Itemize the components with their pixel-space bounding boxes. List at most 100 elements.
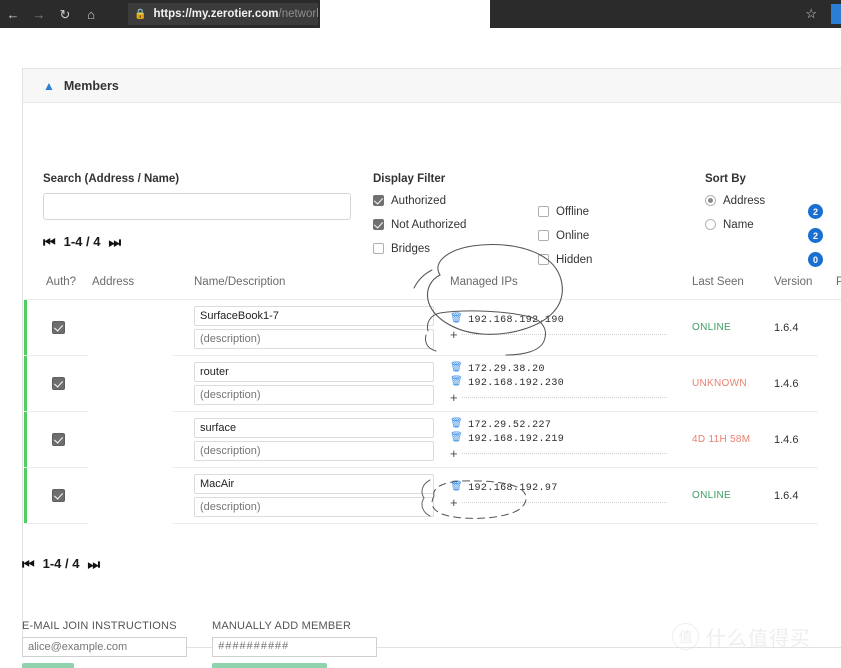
cell-auth[interactable]: [24, 300, 92, 355]
member-description-input[interactable]: [194, 329, 434, 349]
filter-not-authorized[interactable]: Not Authorized: [373, 215, 673, 234]
managed-ip-value: 192.168.192.190: [468, 314, 565, 326]
checkbox-online[interactable]: [538, 230, 549, 241]
member-description-input[interactable]: [194, 497, 434, 517]
managed-ip-entry: 🗑 192.168.192.230: [450, 376, 692, 390]
managed-ip-entry: 🗑 172.29.38.20: [450, 362, 692, 376]
email-join-submit-button[interactable]: [22, 663, 74, 668]
trash-icon[interactable]: 🗑: [450, 483, 463, 493]
home-icon[interactable]: ⌂: [78, 0, 104, 28]
row-authorize-checkbox[interactable]: [51, 433, 65, 446]
filter-authorized[interactable]: Authorized: [373, 191, 673, 210]
sort-option-address[interactable]: Address: [705, 191, 765, 210]
cell-auth[interactable]: [24, 468, 92, 523]
row-authorize-checkbox[interactable]: [51, 321, 65, 334]
member-description-input[interactable]: [194, 385, 434, 405]
reload-icon[interactable]: ↻: [52, 0, 78, 28]
plus-icon[interactable]: +: [450, 328, 458, 341]
display-filter-column: Display Filter Authorized Not Authorized: [373, 173, 823, 267]
filter-offline-label: Offline: [556, 205, 590, 218]
address-bar[interactable]: 🔒 https://my.zerotier.com/network/: [128, 3, 318, 25]
sort-option-name[interactable]: Name: [705, 215, 765, 234]
back-arrow-icon[interactable]: ←: [0, 0, 26, 28]
radio-address[interactable]: [705, 195, 716, 206]
add-ip-row[interactable]: +: [450, 495, 692, 510]
radio-name[interactable]: [705, 219, 716, 230]
cell-name-description: [182, 300, 442, 355]
cell-name-description: [182, 412, 442, 467]
plus-icon[interactable]: +: [450, 447, 458, 460]
row-authorize-checkbox[interactable]: [51, 489, 65, 502]
cell-last-seen: UNKNOWN: [692, 356, 774, 411]
managed-ip-entry: 🗑 172.29.52.227: [450, 418, 692, 432]
row-authorize-checkbox[interactable]: [51, 377, 65, 390]
sort-address-label: Address: [723, 194, 766, 207]
email-join-label: E-MAIL JOIN INSTRUCTIONS: [22, 620, 177, 632]
last-page-icon[interactable]: ⏭: [108, 235, 121, 249]
checkbox-hidden[interactable]: [538, 254, 549, 265]
header-version[interactable]: Version: [774, 276, 836, 288]
search-input[interactable]: [43, 193, 351, 220]
browser-profile-chip[interactable]: [831, 4, 841, 24]
cell-auth[interactable]: [24, 356, 92, 411]
cell-auth[interactable]: [24, 412, 92, 467]
members-panel-header[interactable]: ▲ Members: [23, 69, 841, 103]
first-page-icon[interactable]: ⏮: [43, 235, 56, 249]
member-description-input[interactable]: [194, 441, 434, 461]
member-name-input[interactable]: [194, 362, 434, 382]
filter-offline[interactable]: Offline 2: [538, 202, 823, 221]
last-page-icon[interactable]: ⏭: [87, 557, 100, 571]
checkbox-authorized[interactable]: [373, 195, 384, 206]
member-name-input[interactable]: [194, 418, 434, 438]
filter-bridges[interactable]: Bridges: [373, 239, 673, 258]
email-join-input[interactable]: [22, 637, 187, 657]
add-ip-input[interactable]: [461, 502, 667, 503]
filter-online-label: Online: [556, 229, 590, 242]
filter-hidden-label: Hidden: [556, 253, 593, 266]
header-name-description[interactable]: Name/Description: [182, 276, 442, 288]
favorite-star-icon[interactable]: ☆: [805, 6, 817, 22]
cell-managed-ips: 🗑 172.29.52.227 🗑 192.168.192.219 +: [442, 412, 692, 467]
last-seen-status: 4D 11H 58M: [692, 434, 751, 445]
display-filter-grid: Authorized Not Authorized Bridges Offlin…: [373, 191, 823, 267]
trash-icon[interactable]: 🗑: [450, 315, 463, 325]
first-page-icon[interactable]: ⏮: [22, 557, 35, 571]
managed-ip-value: 172.29.38.20: [468, 363, 545, 375]
forward-arrow-icon[interactable]: →: [26, 0, 52, 28]
managed-ip-entry: 🗑 192.168.192.190: [450, 313, 692, 327]
member-name-input[interactable]: [194, 474, 434, 494]
managed-ip-entry: 🗑 192.168.192.219: [450, 432, 692, 446]
checkbox-not-authorized[interactable]: [373, 219, 384, 230]
manual-add-submit-button[interactable]: [212, 663, 327, 668]
trash-icon[interactable]: 🗑: [450, 378, 463, 388]
plus-icon[interactable]: +: [450, 391, 458, 404]
checkbox-offline[interactable]: [538, 206, 549, 217]
plus-icon[interactable]: +: [450, 496, 458, 509]
watermark-text: 什么值得买: [706, 626, 811, 650]
header-managed-ips[interactable]: Managed IPs: [442, 276, 692, 288]
manual-add-input[interactable]: [212, 637, 377, 657]
pagination-range-top: 1-4 / 4: [63, 234, 101, 249]
url-host: https://my.zerotier.com: [153, 8, 279, 20]
add-ip-row[interactable]: +: [450, 327, 692, 342]
header-last-seen[interactable]: Last Seen: [692, 276, 774, 288]
last-seen-status: ONLINE: [692, 322, 732, 333]
add-ip-input[interactable]: [461, 334, 667, 335]
add-ip-row[interactable]: +: [450, 390, 692, 405]
header-physical[interactable]: P: [836, 276, 841, 288]
search-column: Search (Address / Name): [43, 173, 351, 220]
header-address[interactable]: Address: [92, 276, 182, 288]
header-auth[interactable]: Auth?: [24, 276, 92, 288]
trash-icon[interactable]: 🗑: [450, 434, 463, 444]
managed-ip-value: 192.168.192.219: [468, 433, 565, 445]
version-value: 1.6.4: [774, 489, 799, 502]
add-ip-row[interactable]: +: [450, 446, 692, 461]
trash-icon[interactable]: 🗑: [450, 364, 463, 374]
pagination-top: ⏮ 1-4 / 4 ⏭: [43, 234, 121, 249]
checkbox-bridges[interactable]: [373, 243, 384, 254]
trash-icon[interactable]: 🗑: [450, 420, 463, 430]
member-name-input[interactable]: [194, 306, 434, 326]
add-ip-input[interactable]: [461, 397, 667, 398]
filter-online[interactable]: Online 2: [538, 226, 823, 245]
add-ip-input[interactable]: [461, 453, 667, 454]
